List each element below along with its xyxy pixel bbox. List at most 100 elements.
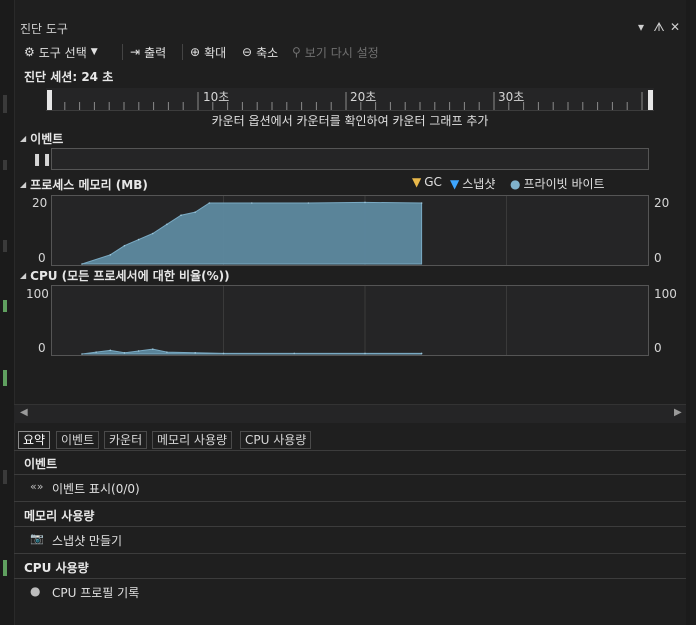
camera-icon: 📷 — [30, 532, 44, 545]
tab-memory-usage[interactable]: 메모리 사용량 — [152, 431, 233, 449]
snapshot-marker-icon: ▼ — [450, 176, 460, 191]
horizontal-scrollbar[interactable]: ◀ ▶ — [14, 404, 686, 423]
select-tools-button[interactable]: ⚙ 도구 선택 ▼ — [24, 43, 98, 61]
chevron-down-icon: ▼ — [90, 47, 98, 57]
chart-data-point — [109, 349, 112, 352]
memory-y-min-left: 0 — [38, 251, 46, 265]
chart-data-point — [151, 348, 154, 350]
memory-y-min-right: 0 — [654, 251, 662, 265]
toolbar-separator — [122, 44, 123, 60]
select-tools-label: 도구 선택 — [38, 45, 87, 60]
cpu-y-max-right: 100 — [654, 287, 677, 301]
take-snapshot-row[interactable]: 📷 스냅샷 만들기 — [14, 527, 686, 554]
gear-icon: ⚙ — [24, 45, 35, 59]
chart-data-point — [81, 353, 83, 355]
legend-snapshot: ▼ 스냅샷 — [450, 175, 495, 192]
events-icon: «» — [30, 480, 44, 493]
timeline-label-10s: 10초 — [203, 90, 230, 104]
strip-marker — [3, 300, 7, 312]
chart-data-point — [180, 214, 182, 216]
cpu-group-title: CPU 사용량 — [24, 561, 89, 575]
events-group-title: 이벤트 — [24, 457, 58, 471]
reset-view-label: 보기 다시 설정 — [304, 45, 379, 60]
reset-view-icon: ⚲ — [292, 45, 301, 59]
zoom-out-button[interactable]: ⊖ 축소 — [242, 43, 278, 61]
chart-data-point — [194, 351, 196, 354]
reset-view-button[interactable]: ⚲ 보기 다시 설정 — [292, 43, 379, 61]
summary-tabs: 요약 이벤트 카운터 메모리 사용량 CPU 사용량 — [14, 428, 686, 451]
show-events-link[interactable]: 이벤트 표시(0/0) — [52, 480, 140, 497]
selection-start-handle[interactable] — [47, 90, 52, 110]
timeline-label-30s: 30초 — [498, 90, 525, 104]
scroll-left-icon[interactable]: ◀ — [20, 407, 28, 418]
tab-events[interactable]: 이벤트 — [56, 431, 100, 449]
chart-data-point — [222, 352, 225, 355]
selection-end-handle[interactable] — [648, 90, 653, 110]
scroll-right-icon[interactable]: ▶ — [674, 407, 682, 418]
window-menu-icon[interactable]: ▾ — [634, 20, 648, 34]
zoom-out-label: 축소 — [256, 45, 279, 60]
memory-chart-svg — [81, 196, 507, 265]
chart-data-point — [307, 202, 310, 204]
chart-data-point — [420, 202, 423, 204]
pin-icon[interactable]: ᗑ — [652, 20, 666, 35]
cpu-chart[interactable] — [51, 285, 649, 356]
private-bytes-marker-icon: ● — [510, 176, 521, 191]
memory-group-title: 메모리 사용량 — [24, 509, 95, 523]
output-button[interactable]: ⇥ 출력 — [130, 43, 166, 61]
chart-data-point — [137, 238, 140, 241]
legend-private-bytes: ● 프라이빗 바이트 — [510, 175, 605, 192]
chart-data-point — [151, 232, 154, 235]
tool-window-titlebar: 진단 도구 ▾ ᗑ ✕ — [14, 18, 686, 38]
strip-marker — [3, 95, 7, 113]
record-cpu-profile-row[interactable]: ● CPU 프로필 기록 — [14, 579, 686, 605]
gc-marker-icon: ▼ — [412, 175, 422, 189]
toolbar: ⚙ 도구 선택 ▼ ⇥ 출력 ⊕ 확대 ⊖ 축소 ⚲ 보기 다시 설정 — [14, 40, 686, 64]
memory-y-max-left: 20 — [32, 196, 48, 210]
collapse-triangle-icon: ◢ — [20, 134, 27, 143]
chart-data-point — [95, 351, 97, 353]
pause-icon[interactable]: ❚❚ — [32, 152, 52, 166]
memory-chart[interactable] — [51, 195, 649, 266]
tab-cpu-usage[interactable]: CPU 사용량 — [240, 431, 312, 449]
events-track[interactable] — [51, 148, 649, 170]
chart-data-point — [166, 351, 168, 353]
left-dock-strip — [0, 0, 15, 625]
counter-hint-text: 카운터 옵션에서 카운터를 확인하여 카운터 그래프 추가 — [211, 114, 489, 128]
legend-gc-label: GC — [424, 175, 442, 189]
cpu-y-min-right: 0 — [654, 341, 662, 355]
close-icon[interactable]: ✕ — [668, 20, 682, 34]
chart-data-point — [208, 202, 211, 204]
session-duration: 진단 세션: 24 초 — [24, 70, 114, 84]
cpu-section-title: CPU (모든 프로세서에 대한 비율(%)) — [30, 269, 230, 283]
events-section-title: 이벤트 — [30, 132, 64, 146]
chart-data-point — [81, 263, 83, 265]
memory-section-header[interactable]: ◢ 프로세스 메모리 (MB) — [20, 176, 148, 193]
strip-marker — [3, 560, 7, 576]
chart-data-point — [123, 351, 126, 354]
strip-marker — [3, 160, 7, 170]
output-icon: ⇥ — [130, 45, 141, 59]
memory-y-max-right: 20 — [654, 196, 670, 210]
record-dot-icon: ● — [30, 584, 41, 598]
zoom-in-button[interactable]: ⊕ 확대 — [190, 43, 226, 61]
legend-snapshot-label: 스냅샷 — [462, 177, 496, 191]
chart-data-point — [137, 350, 140, 352]
zoom-in-icon: ⊕ — [190, 45, 201, 59]
record-cpu-profile-link[interactable]: CPU 프로필 기록 — [52, 584, 139, 601]
chart-data-point — [123, 244, 126, 247]
take-snapshot-link[interactable]: 스냅샷 만들기 — [52, 532, 122, 549]
timeline-ruler[interactable]: 10초 20초 30초 — [46, 88, 654, 111]
cpu-group-header: CPU 사용량 — [14, 556, 686, 579]
tab-counters[interactable]: 카운터 — [104, 431, 148, 449]
events-section-header[interactable]: ◢ 이벤트 — [20, 130, 63, 147]
collapse-triangle-icon: ◢ — [20, 271, 27, 280]
tab-summary[interactable]: 요약 — [18, 431, 51, 449]
collapse-triangle-icon: ◢ — [20, 180, 27, 189]
show-events-row[interactable]: «» 이벤트 표시(0/0) — [14, 475, 686, 502]
cpu-section-header[interactable]: ◢ CPU (모든 프로세서에 대한 비율(%)) — [20, 267, 230, 284]
chart-series-area — [81, 201, 423, 265]
memory-section-title: 프로세스 메모리 (MB) — [30, 178, 148, 192]
output-label: 출력 — [144, 45, 167, 60]
chart-series-area — [81, 348, 423, 355]
